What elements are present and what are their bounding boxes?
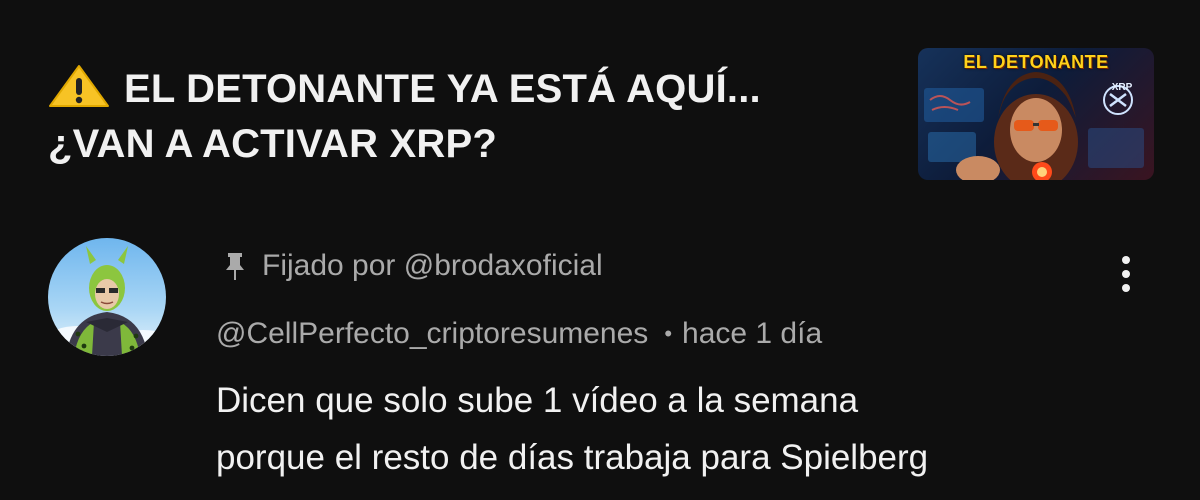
- comment-meta: @CellPerfecto_criptoresumenes • hace 1 d…: [216, 314, 822, 354]
- pin-icon: [226, 253, 244, 280]
- pinned-by-label: Fijado por @brodaxoficial: [262, 249, 603, 282]
- more-actions-button[interactable]: [1108, 252, 1144, 296]
- thumbnail-xrp-logo: XRP: [1111, 82, 1133, 93]
- video-title[interactable]: EL DETONANTE YA ESTÁ AQUÍ... ¿VAN A ACTI…: [48, 62, 888, 172]
- video-title-line-1: EL DETONANTE YA ESTÁ AQUÍ...: [124, 67, 761, 111]
- comment-timestamp[interactable]: hace 1 día: [682, 317, 822, 351]
- avatar[interactable]: [48, 238, 166, 356]
- comment-body-line-2: porque el resto de días trabaja para Spi…: [216, 438, 929, 477]
- warning-triangle-icon: [49, 65, 109, 107]
- meta-separator: •: [664, 321, 673, 346]
- avatar-image: [48, 246, 166, 356]
- more-vertical-icon-dot: [1122, 270, 1130, 278]
- video-thumbnail[interactable]: EL DETONANTE XRP: [918, 48, 1154, 180]
- comment-body: Dicen que solo sube 1 vídeo a la semana …: [216, 372, 1176, 486]
- comment-author-handle[interactable]: @CellPerfecto_criptoresumenes: [216, 317, 648, 351]
- video-title-line-2: ¿VAN A ACTIVAR XRP?: [48, 122, 497, 166]
- comment-body-line-1: Dicen que solo sube 1 vídeo a la semana: [216, 381, 859, 420]
- thumbnail-title: EL DETONANTE: [963, 52, 1109, 72]
- pinned-indicator: Fijado por @brodaxoficial: [222, 246, 603, 286]
- video-header: EL DETONANTE YA ESTÁ AQUÍ... ¿VAN A ACTI…: [0, 0, 1200, 200]
- more-vertical-icon-dot: [1122, 256, 1130, 264]
- more-vertical-icon-dot: [1122, 284, 1130, 292]
